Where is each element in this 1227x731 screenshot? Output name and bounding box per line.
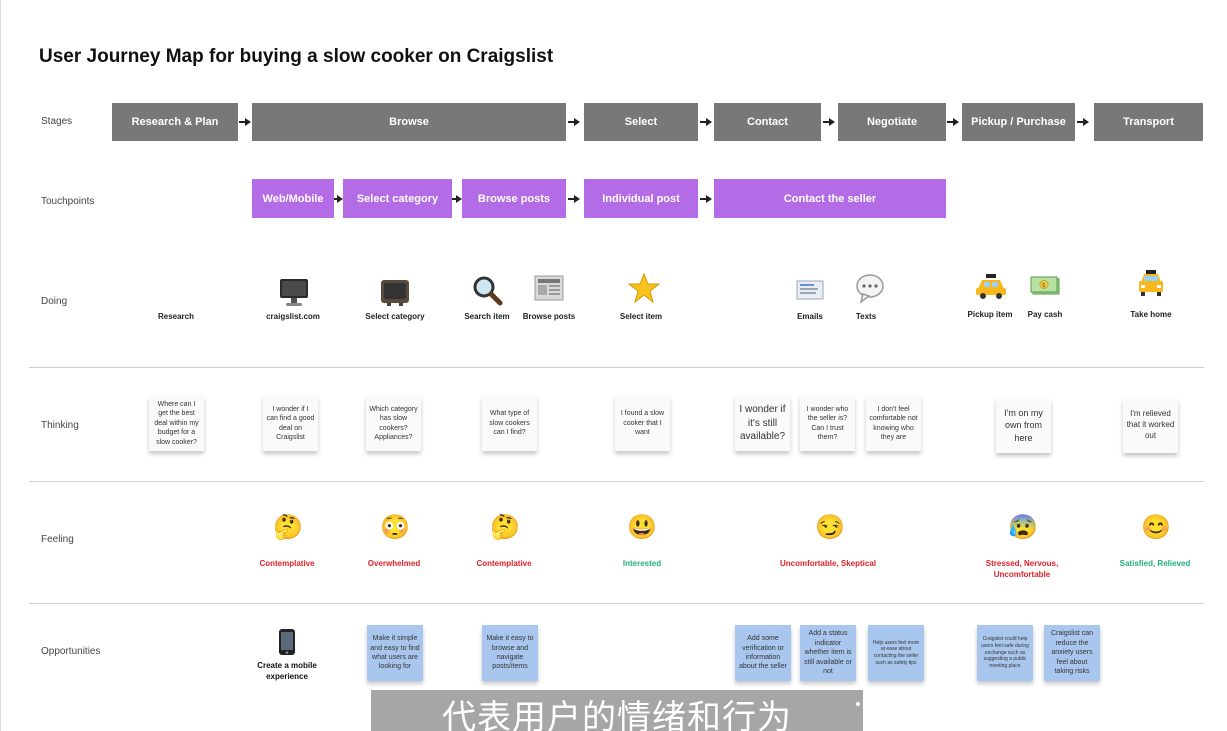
speech-bubble-icon [852, 270, 888, 306]
anxious-face-icon: 😰 [1008, 513, 1038, 541]
journey-map-board: User Journey Map for buying a slow cooke… [0, 0, 1227, 731]
thinking-note: What type of slow cookers can I find? [482, 396, 537, 451]
oncoming-taxi-icon [1133, 266, 1169, 302]
opportunity-note: Add some verification or information abo… [735, 625, 791, 681]
flushed-face-icon: 😳 [380, 513, 410, 541]
stage-research-plan: Research & Plan [112, 103, 238, 141]
arrow-icon [568, 195, 580, 203]
doing-label-browse-posts: Browse posts [522, 312, 576, 321]
stage-select: Select [584, 103, 698, 141]
computer-monitor-icon [276, 274, 312, 310]
magnifying-glass-icon [469, 272, 505, 308]
thinking-face-icon: 🤔 [490, 513, 520, 541]
arrow-icon [1077, 118, 1089, 126]
smiling-face-icon: 😊 [1141, 513, 1171, 541]
svg-text:$: $ [1042, 282, 1046, 289]
thinking-note: I found a slow cooker that I want [615, 396, 670, 451]
feeling-label: Contemplative [476, 559, 532, 568]
smirking-face-icon: 😏 [815, 513, 845, 541]
taxi-icon [973, 268, 1009, 304]
feeling-label: Interested [622, 559, 662, 568]
row-label-doing: Doing [41, 296, 68, 307]
newspaper-icon [531, 270, 567, 306]
thinking-face-icon: 🤔 [273, 513, 303, 541]
opportunity-mobile-label: Create a mobile experience [257, 661, 317, 682]
row-label-stages: Stages [41, 116, 73, 127]
doing-label-select-category: Select category [365, 312, 425, 321]
opportunity-note: Make it simple and easy to find what use… [367, 625, 423, 681]
feeling-label: Satisfied, Relieved [1119, 559, 1191, 568]
touchpoint-contact-seller: Contact the seller [714, 179, 946, 218]
opportunity-note: Craigslist could help users feel safe du… [977, 625, 1033, 681]
television-icon [377, 274, 413, 310]
thinking-note: I wonder who the seller is? Can I trust … [800, 396, 855, 451]
cash-icon: $ [1028, 268, 1064, 304]
arrow-icon [823, 118, 835, 126]
opportunity-note: Make it easy to browse and navigate post… [482, 625, 538, 681]
arrow-icon [947, 118, 959, 126]
thinking-note: Where can I get the best deal within my … [149, 396, 204, 451]
arrow-icon [334, 195, 343, 203]
row-label-thinking: Thinking [41, 420, 79, 431]
row-label-opportunities: Opportunities [41, 646, 101, 657]
arrow-icon [239, 118, 251, 126]
touchpoint-web-mobile: Web/Mobile [252, 179, 334, 218]
stage-contact: Contact [714, 103, 821, 141]
doing-label-research: Research [157, 312, 195, 321]
thinking-note: I don't feel comfortable not knowing who… [866, 396, 921, 451]
touchpoint-select-category: Select category [343, 179, 452, 218]
row-label-feeling: Feeling [41, 534, 74, 545]
thinking-note: I'm on my own from here [996, 398, 1051, 453]
stage-negotiate: Negotiate [838, 103, 946, 141]
opportunity-note: Craigslist can reduce the anxiety users … [1044, 625, 1100, 681]
star-icon [626, 270, 662, 306]
feeling-label: Overwhelmed [367, 559, 421, 568]
arrow-icon [700, 195, 712, 203]
touchpoint-individual-post: Individual post [584, 179, 698, 218]
feeling-label: Stressed, Nervous, Uncomfortable [985, 559, 1059, 580]
arrow-icon [452, 195, 462, 203]
thinking-note: I'm relieved that it worked out [1123, 398, 1178, 453]
video-subtitle: 代表用户的情绪和行为 [371, 690, 863, 731]
opportunity-note: Help users feel more at ease about conta… [868, 625, 924, 681]
feeling-label: Uncomfortable, Skeptical [779, 559, 877, 568]
doing-label-craigslist: craigslist.com [266, 312, 320, 321]
arrow-icon [700, 118, 712, 126]
doing-label-take-home: Take home [1130, 310, 1172, 319]
grinning-face-icon: 😃 [627, 513, 657, 541]
doing-label-select-item: Select item [619, 312, 663, 321]
row-divider [29, 481, 1204, 482]
thinking-note: I wonder if it's still available? [735, 396, 790, 451]
thinking-note: Which category has slow cookers? Applian… [366, 396, 421, 451]
doing-label-texts: Texts [855, 312, 877, 321]
doing-label-pay-cash: Pay cash [1027, 310, 1063, 319]
stage-pickup-purchase: Pickup / Purchase [962, 103, 1075, 141]
opportunity-note: Add a status indicator whether item is s… [800, 625, 856, 681]
thinking-note: I wonder if I can find a good deal on Cr… [263, 396, 318, 451]
feeling-label: Contemplative [259, 559, 315, 568]
stage-transport: Transport [1094, 103, 1203, 141]
arrow-icon [568, 118, 580, 126]
row-label-touchpoints: Touchpoints [41, 196, 95, 207]
page-title: User Journey Map for buying a slow cooke… [39, 46, 554, 67]
email-icon [792, 272, 828, 308]
row-divider [29, 603, 1204, 604]
mobile-phone-icon [271, 626, 303, 658]
row-divider [29, 367, 1204, 368]
subtitle-dot [856, 702, 860, 706]
touchpoint-browse-posts: Browse posts [462, 179, 566, 218]
stage-browse: Browse [252, 103, 566, 141]
